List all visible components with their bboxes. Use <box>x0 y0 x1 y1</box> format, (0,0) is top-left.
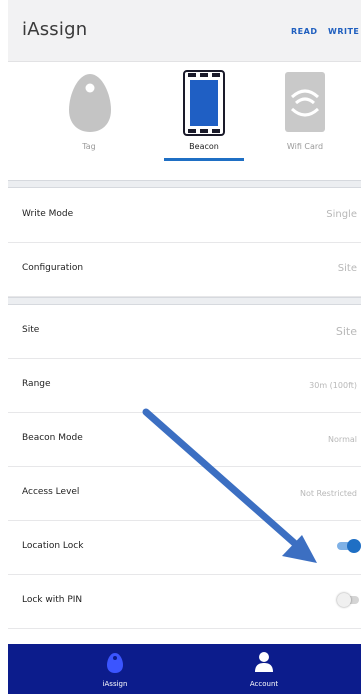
key-fob-tag-icon <box>69 74 111 132</box>
access-level-row[interactable]: Access Level Not Restricted <box>8 467 361 521</box>
tab-tag[interactable]: Tag <box>42 62 136 178</box>
nav-account[interactable]: Account <box>214 644 314 694</box>
range-row[interactable]: Range 30m (100ft) <box>8 359 361 413</box>
toggle-knob <box>347 539 361 553</box>
lock-with-pin-toggle[interactable] <box>337 593 359 607</box>
toggle-knob <box>337 593 351 607</box>
iassign-tag-icon <box>107 653 123 673</box>
configuration-row[interactable]: Configuration Site <box>8 243 361 297</box>
location-lock-label: Location Lock <box>22 541 84 551</box>
app-title: iAssign <box>22 19 88 40</box>
configuration-value: Site <box>337 263 357 274</box>
write-mode-value: Single <box>326 209 357 220</box>
active-tab-indicator <box>164 158 244 161</box>
read-button[interactable]: READ <box>291 27 317 36</box>
app-header: iAssign READ WRITE <box>8 0 361 62</box>
device-type-tabs: Tag Beacon Wifi Card <box>8 62 361 178</box>
beacon-device-icon <box>183 70 225 136</box>
range-label: Range <box>22 379 51 389</box>
location-lock-row: Location Lock <box>8 521 361 575</box>
beacon-mode-value: Normal <box>328 435 357 444</box>
tab-wifi-card-label: Wifi Card <box>286 142 324 151</box>
tab-tag-label: Tag <box>82 142 96 151</box>
wifi-card-icon <box>285 72 325 132</box>
lock-with-pin-row: Lock with PIN <box>8 575 361 629</box>
write-button[interactable]: WRITE <box>328 27 359 36</box>
site-label: Site <box>22 325 40 335</box>
site-value: Site <box>335 325 357 338</box>
tab-beacon-label: Beacon <box>189 142 219 151</box>
lock-with-pin-label: Lock with PIN <box>22 595 83 605</box>
access-level-value: Not Restricted <box>299 489 357 498</box>
bottom-nav: iAssign Account <box>8 644 361 694</box>
tab-wifi-card[interactable]: Wifi Card <box>258 62 352 178</box>
write-mode-label: Write Mode <box>22 209 74 219</box>
access-level-label: Access Level <box>22 487 80 497</box>
section-divider <box>8 297 361 305</box>
configuration-label: Configuration <box>22 263 84 273</box>
beacon-mode-label: Beacon Mode <box>22 433 83 443</box>
account-person-icon <box>255 652 273 672</box>
range-value: 30m (100ft) <box>309 381 357 390</box>
location-lock-toggle[interactable] <box>337 539 361 553</box>
nav-account-label: Account <box>249 680 279 688</box>
nav-iassign-label: iAssign <box>102 680 128 688</box>
nav-iassign[interactable]: iAssign <box>65 644 165 694</box>
section-divider <box>8 180 361 188</box>
write-mode-row[interactable]: Write Mode Single <box>8 189 361 243</box>
site-row[interactable]: Site Site <box>8 305 361 359</box>
beacon-mode-row[interactable]: Beacon Mode Normal <box>8 413 361 467</box>
